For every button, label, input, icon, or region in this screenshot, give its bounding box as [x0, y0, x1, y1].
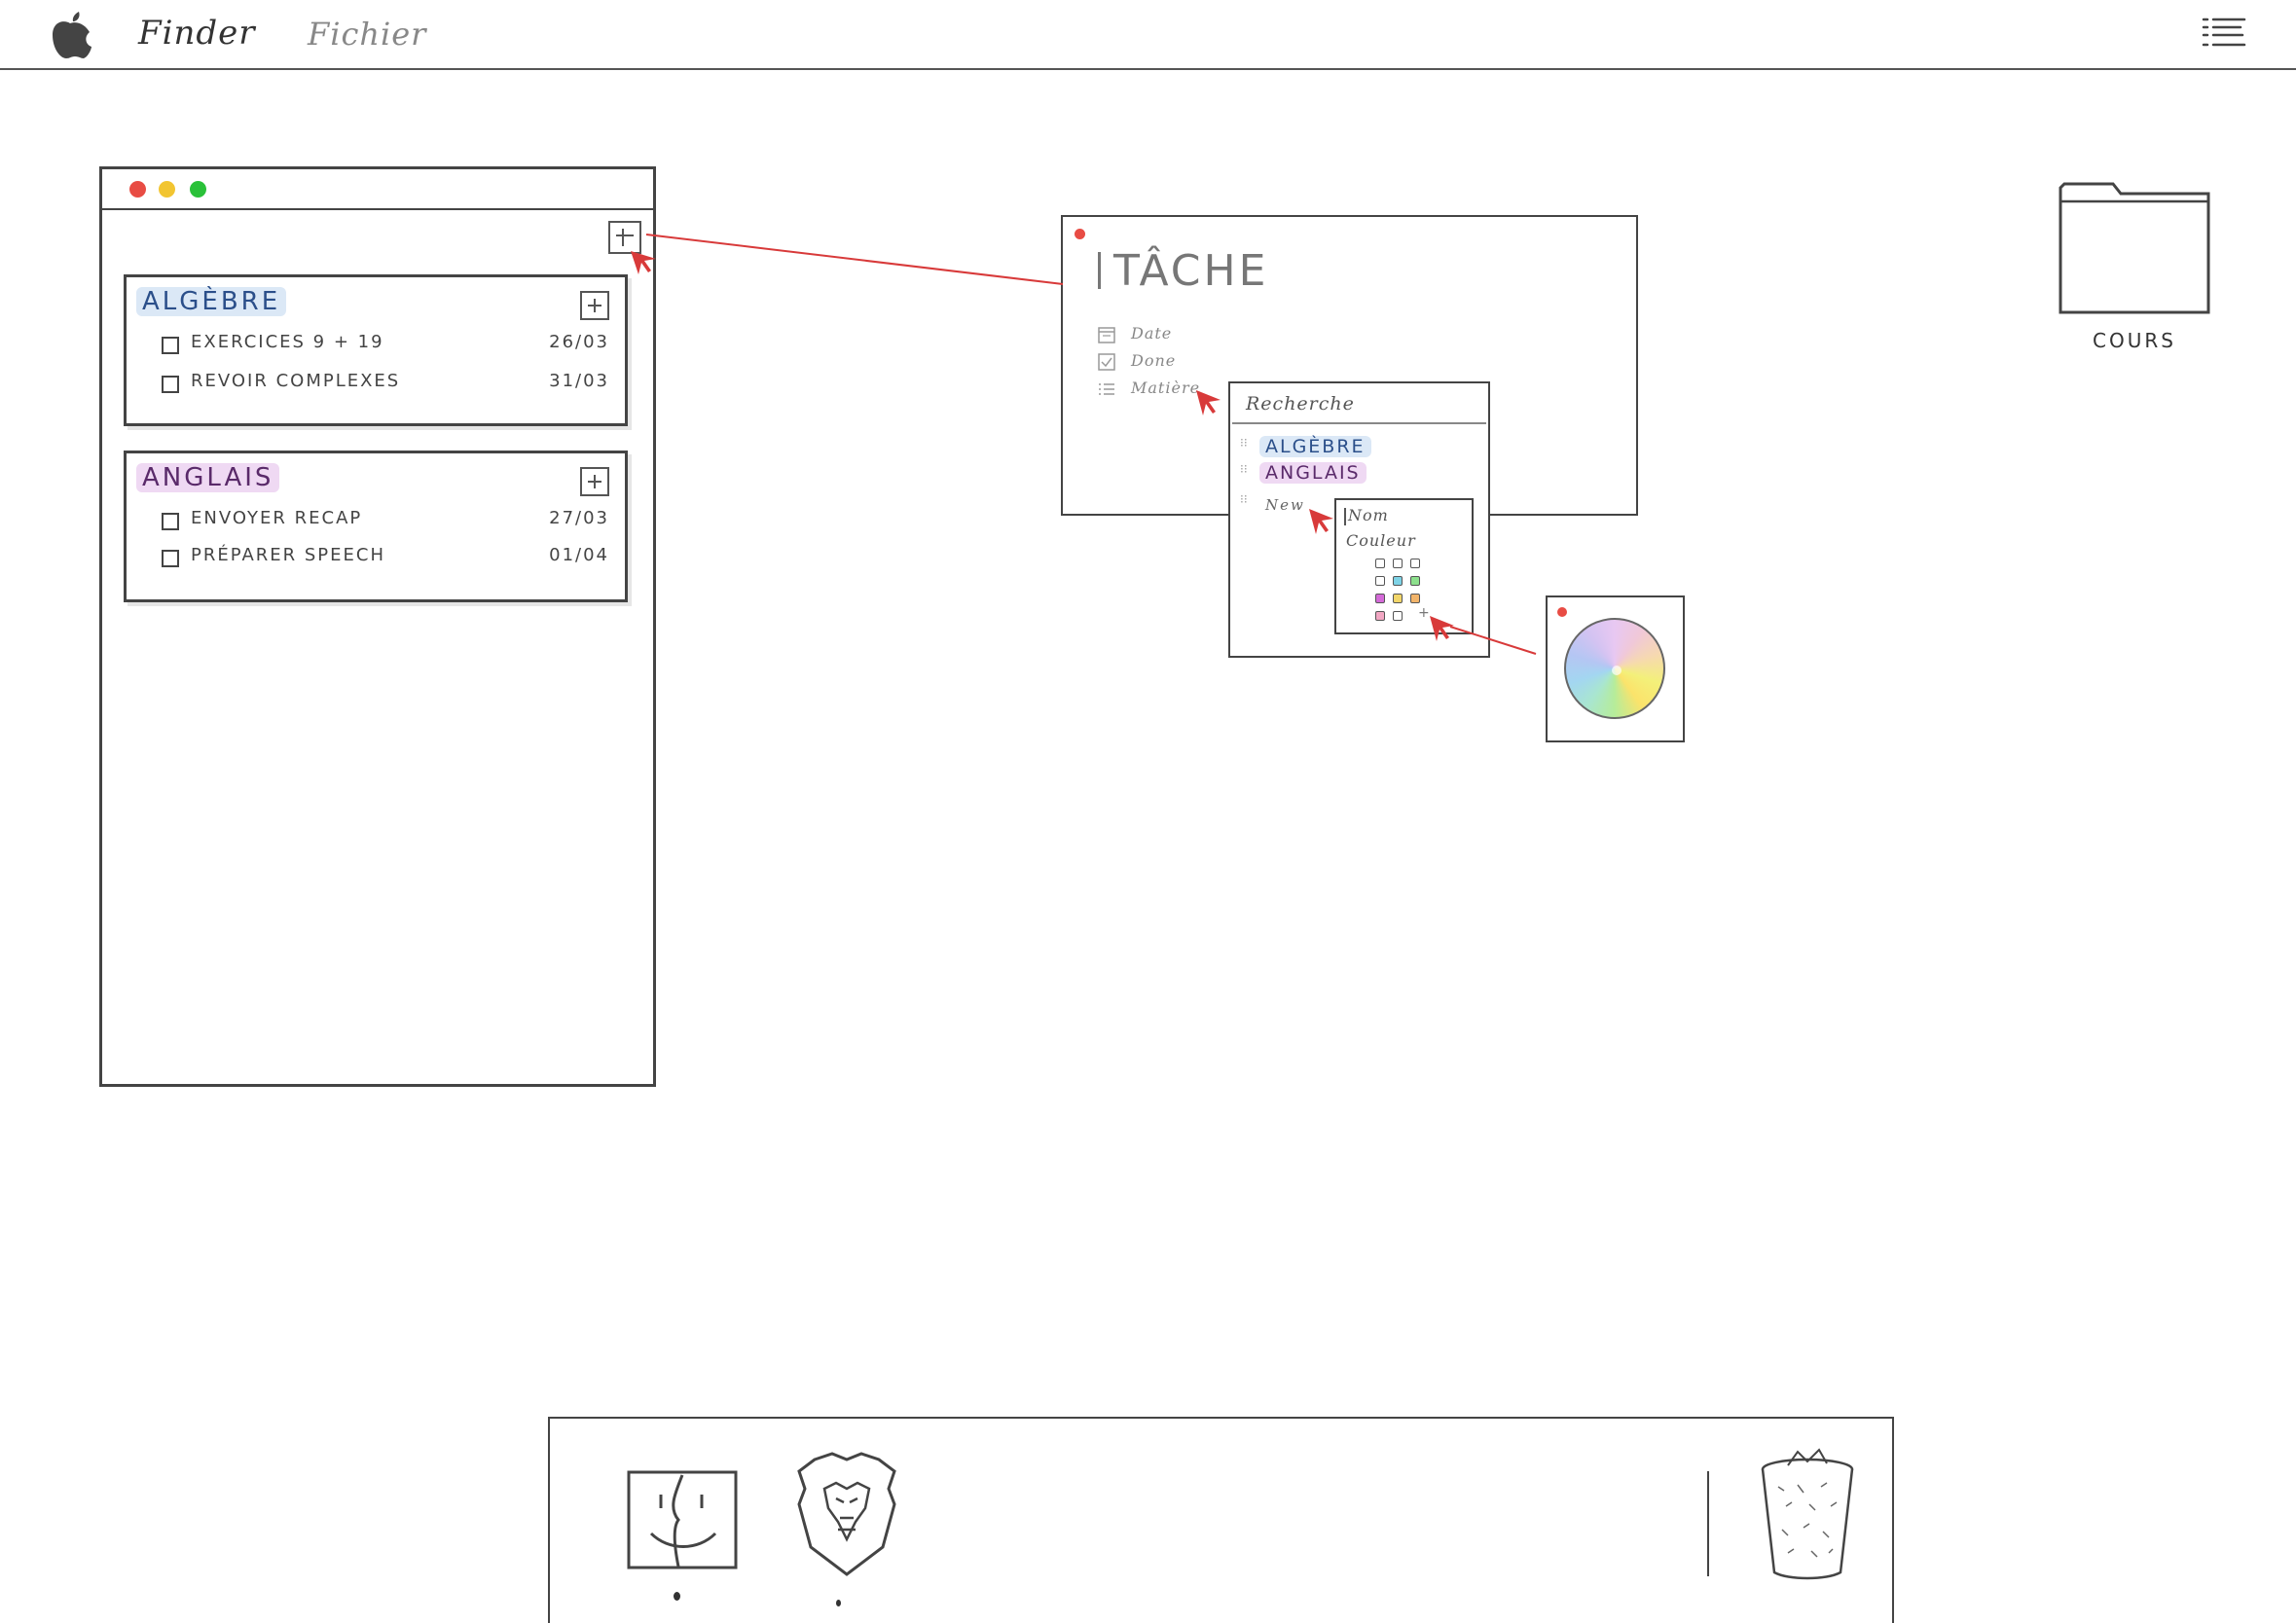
task-row[interactable]: ENVOYER RECAP 27/03	[162, 508, 609, 537]
task-date: 31/03	[549, 371, 609, 391]
close-window-button[interactable]	[129, 181, 146, 198]
group-title[interactable]: ANGLAIS	[136, 463, 280, 492]
folder-icon[interactable]	[2057, 178, 2212, 316]
color-swatch[interactable]	[1393, 594, 1403, 603]
menu-finder[interactable]: Finder	[138, 14, 256, 53]
task-title-input[interactable]: TÂCHE	[1113, 246, 1268, 296]
task-checkbox[interactable]	[162, 550, 179, 567]
folder-label[interactable]: COURS	[2061, 329, 2207, 352]
color-swatch[interactable]	[1410, 559, 1420, 568]
task-row[interactable]: EXERCICES 9 + 19 26/03	[162, 332, 609, 361]
tasks-app-window: ALGÈBRE EXERCICES 9 + 19 26/03 REVOIR CO…	[99, 166, 656, 1087]
list-icon	[1099, 383, 1114, 395]
color-swatch[interactable]	[1410, 594, 1420, 603]
group-card-algebre: ALGÈBRE EXERCICES 9 + 19 26/03 REVOIR CO…	[124, 274, 628, 426]
group-title[interactable]: ALGÈBRE	[136, 287, 287, 316]
property-label: Matière	[1131, 379, 1201, 397]
running-indicator	[836, 1600, 841, 1606]
add-task-button[interactable]	[580, 467, 609, 496]
add-group-button[interactable]	[608, 221, 641, 254]
add-task-button[interactable]	[580, 291, 609, 320]
menu-bar: Finder Fichier	[0, 0, 2296, 70]
color-swatch[interactable]	[1375, 576, 1385, 586]
task-checkbox[interactable]	[162, 513, 179, 530]
text-caret	[1098, 252, 1101, 289]
color-label: Couleur	[1346, 531, 1416, 550]
minimize-window-button[interactable]	[159, 181, 175, 198]
search-input[interactable]: Recherche	[1246, 393, 1355, 415]
task-name: ENVOYER RECAP	[191, 508, 363, 528]
option-chip: ALGÈBRE	[1259, 436, 1371, 457]
running-indicator	[674, 1592, 680, 1601]
calendar-icon	[1098, 327, 1115, 343]
menu-file[interactable]: Fichier	[308, 16, 426, 53]
color-swatch[interactable]	[1375, 559, 1385, 568]
task-row[interactable]: PRÉPARER SPEECH 01/04	[162, 545, 609, 574]
checkbox-icon	[1098, 353, 1115, 371]
close-window-button[interactable]	[1075, 229, 1085, 239]
task-date: 01/04	[549, 545, 609, 565]
color-wheel-selector[interactable]	[1612, 666, 1622, 675]
name-input[interactable]: Nom	[1348, 506, 1389, 524]
drag-handle-icon[interactable]: ⁝⁝	[1240, 437, 1248, 454]
close-window-button[interactable]	[1557, 607, 1567, 617]
color-swatch[interactable]	[1393, 576, 1403, 586]
task-checkbox[interactable]	[162, 337, 179, 354]
task-row[interactable]: REVOIR COMPLEXES 31/03	[162, 371, 609, 400]
new-subject-panel: Nom Couleur +	[1334, 498, 1474, 634]
brave-browser-icon[interactable]	[793, 1450, 900, 1578]
color-swatch[interactable]	[1393, 559, 1403, 568]
new-option-label: New	[1265, 496, 1305, 514]
color-swatch[interactable]	[1375, 594, 1385, 603]
task-checkbox[interactable]	[162, 376, 179, 393]
task-date: 26/03	[549, 332, 609, 352]
color-swatch[interactable]	[1375, 611, 1385, 621]
add-color-button[interactable]: +	[1418, 605, 1430, 621]
trash-icon[interactable]	[1759, 1448, 1856, 1584]
window-titlebar[interactable]	[102, 169, 653, 210]
text-caret	[1344, 508, 1346, 525]
apple-logo-icon[interactable]	[47, 8, 93, 60]
task-name: REVOIR COMPLEXES	[191, 371, 401, 391]
drag-handle-icon[interactable]: ⁝⁝	[1240, 463, 1248, 481]
divider	[1232, 422, 1486, 424]
maximize-window-button[interactable]	[190, 181, 206, 198]
dock	[548, 1417, 1894, 1623]
task-name: PRÉPARER SPEECH	[191, 545, 385, 565]
connector-line	[645, 234, 1064, 285]
finder-icon[interactable]	[626, 1469, 739, 1570]
color-wheel[interactable]	[1564, 618, 1665, 719]
property-label: Date	[1131, 324, 1173, 343]
color-picker-window	[1546, 595, 1685, 742]
task-date: 27/03	[549, 508, 609, 528]
list-menu-icon[interactable]	[2202, 16, 2246, 51]
option-chip: ANGLAIS	[1259, 462, 1367, 484]
task-name: EXERCICES 9 + 19	[191, 332, 384, 352]
color-swatch[interactable]	[1393, 611, 1403, 621]
drag-handle-icon[interactable]: ⁝⁝	[1240, 493, 1248, 511]
color-swatch[interactable]	[1410, 576, 1420, 586]
group-card-anglais: ANGLAIS ENVOYER RECAP 27/03 PRÉPARER SPE…	[124, 451, 628, 602]
property-label: Done	[1131, 351, 1177, 370]
dock-separator	[1707, 1471, 1709, 1576]
